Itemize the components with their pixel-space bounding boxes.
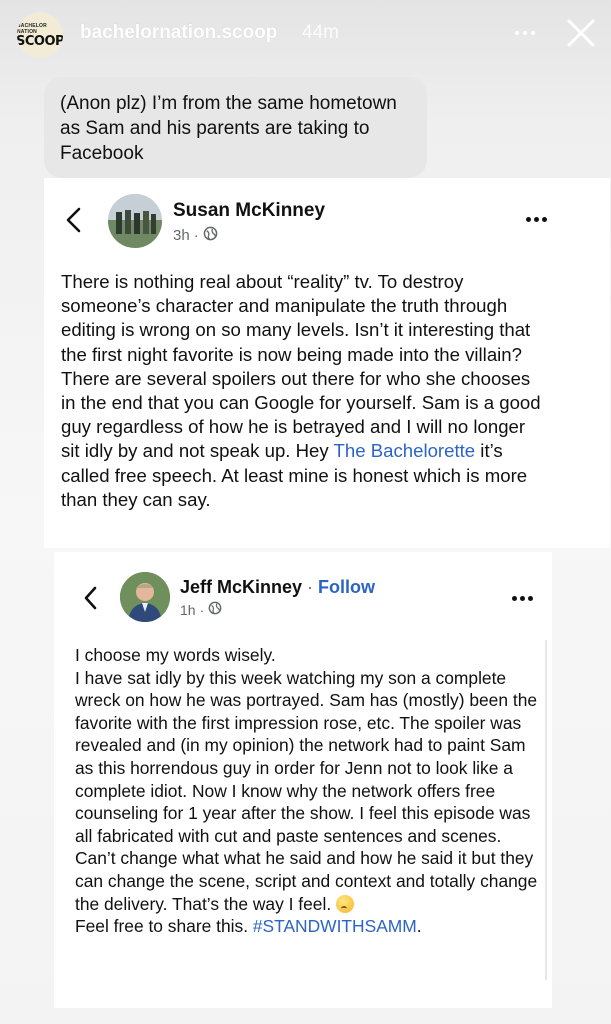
account-avatar[interactable]: BACHELOR NATION SCOOP [17,12,63,58]
hashtag-link[interactable]: #STANDWITHSAMM [253,916,417,936]
follow-button[interactable]: Follow [318,577,375,597]
post-meta: 3h · [173,226,218,245]
avatar-big-text: SCOOP [17,33,63,49]
card-divider [545,640,547,980]
globe-icon [208,601,222,618]
avatar[interactable] [120,572,170,622]
more-icon[interactable] [508,591,536,605]
post-first-line: I choose my words wisely. [75,645,276,665]
story-time: 44m [302,22,339,43]
chevron-left-icon[interactable] [80,584,102,612]
post-author: Jeff McKinney · Follow [180,577,376,597]
author-name[interactable]: Jeff McKinney [180,577,302,597]
post-meta: 1h · [180,601,222,618]
avatar-small-text: BACHELOR NATION [17,22,47,35]
page-link[interactable]: The Bachelorette [334,440,476,461]
more-icon[interactable] [510,18,540,48]
post-body: There is nothing real about “reality” tv… [61,271,541,510]
post-time: 3h [173,227,190,244]
thinking-face-emoji [336,894,354,913]
chevron-left-icon[interactable] [62,205,86,235]
post-author[interactable]: Susan McKinney [173,200,325,222]
avatar[interactable] [108,194,162,248]
more-icon[interactable] [522,212,550,226]
message-bubble: (Anon plz) I’m from the same hometown as… [44,77,427,178]
post-body: I choose my words wisely. I have sat idl… [75,644,545,938]
story-username[interactable]: bachelornation.scoop [80,22,277,44]
post-time: 1h [180,601,196,618]
story-header: BACHELOR NATION SCOOP bachelornation.sco… [0,0,611,70]
close-icon[interactable] [564,16,598,50]
globe-icon [203,226,218,245]
